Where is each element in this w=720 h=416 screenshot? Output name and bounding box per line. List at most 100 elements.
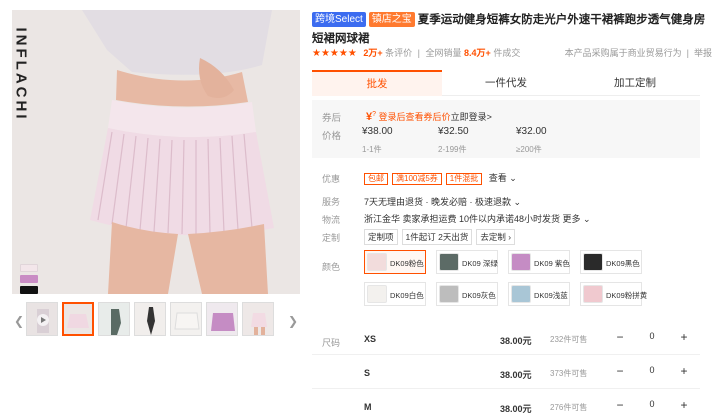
color-option-label: DK09白色 — [390, 291, 424, 300]
price-label: 价格 — [322, 131, 342, 142]
thumbnail[interactable] — [26, 302, 58, 336]
color-swatch-image — [439, 253, 459, 271]
swatch[interactable] — [20, 264, 38, 272]
color-swatch-image — [367, 285, 387, 303]
color-option[interactable]: DK09灰色 — [436, 282, 498, 306]
brand-logo: INFLACHI — [12, 27, 30, 122]
price-tier: ¥32.50 2-199件 — [438, 126, 469, 154]
minus-icon[interactable]: − — [612, 397, 628, 413]
color-option[interactable]: DK09黑色 — [580, 250, 642, 274]
quantity-value[interactable]: 0 — [638, 365, 666, 375]
color-option[interactable]: DK09粉色 — [364, 250, 426, 274]
color-option[interactable]: DK09浅蓝 — [508, 282, 570, 306]
swatch-stack — [20, 264, 38, 294]
promo-more-link[interactable]: 查看 ⌄ — [489, 173, 517, 183]
review-count[interactable]: 2万+ — [363, 48, 382, 58]
report-link[interactable]: 举报 — [694, 48, 712, 58]
size-row: M 38.00元 276件可售 −0 + — [312, 394, 700, 416]
thumbnail[interactable] — [170, 302, 202, 336]
row-divider — [312, 388, 700, 389]
chevron-left-icon[interactable]: ❮ — [14, 314, 24, 328]
promo-tags: 包邮 满100减5券 1件混批 查看 ⌄ — [364, 171, 517, 185]
thumbnail[interactable] — [206, 302, 238, 336]
size-price: 38.00元 — [500, 404, 532, 414]
custom-item[interactable]: 定制项 — [364, 229, 398, 245]
color-option[interactable]: DK09 紫色 — [508, 250, 570, 274]
chevron-down-icon: ⌄ — [509, 173, 517, 183]
quantity-value[interactable]: 0 — [638, 399, 666, 409]
minus-icon[interactable]: − — [612, 329, 628, 345]
plus-icon[interactable]: + — [676, 363, 692, 379]
coupon-label: 券后 — [322, 113, 342, 124]
color-option[interactable]: DK09 深绿 — [436, 250, 498, 274]
color-option[interactable]: DK09白色 — [364, 282, 426, 306]
chevron-right-icon: › — [508, 232, 512, 242]
trade-note: 本产品采购属于商业贸易行为 | 举报 — [564, 48, 712, 58]
badge-select: 跨境Select — [312, 12, 366, 27]
custom-options: 定制项 1件起订 2天出货 去定制 › — [364, 229, 519, 245]
price-tier: ¥38.00 1-1件 — [362, 126, 393, 154]
plus-icon[interactable]: + — [676, 397, 692, 413]
promo-label: 优惠 — [322, 174, 341, 184]
service-value[interactable]: 7天无理由退货 · 晚发必赔 · 极速退款 ⌄ — [364, 195, 521, 208]
size-stock: 276件可售 — [550, 403, 588, 412]
size-name: XS — [364, 334, 377, 344]
size-stock: 373件可售 — [550, 369, 588, 378]
color-swatch-image — [583, 285, 603, 303]
size-row: XS 38.00元 232件可售 −0 + — [312, 326, 700, 356]
main-product-image[interactable]: INFLACHI — [12, 10, 300, 294]
thumbnail-strip: ❮ ❯ — [12, 302, 300, 342]
size-price: 38.00元 — [500, 336, 532, 346]
promo-tag: 1件混批 — [445, 173, 483, 185]
review-label: 条评价 — [385, 48, 413, 58]
price-tier: ¥32.00 ≥200件 — [516, 126, 547, 154]
custom-link[interactable]: 去定制 › — [476, 229, 516, 245]
product-title: 跨境Select 镇店之宝 夏季运动健身短裤女防走光户外速干裙裤跑步透气健身房短裙网… — [312, 10, 712, 48]
color-option-label: DK09灰色 — [462, 291, 496, 300]
minus-icon[interactable]: − — [612, 363, 628, 379]
sales-count: 8.4万+ — [464, 48, 491, 58]
service-label: 服务 — [322, 197, 341, 207]
chevron-right-icon[interactable]: ❯ — [288, 314, 298, 328]
chevron-down-icon: ⌄ — [583, 214, 591, 224]
size-price: 38.00元 — [500, 370, 532, 380]
size-row: S 38.00元 373件可售 −0 + — [312, 360, 700, 390]
color-swatch-image — [511, 285, 531, 303]
login-link[interactable]: 立即登录> — [451, 112, 492, 122]
plus-icon[interactable]: + — [676, 329, 692, 345]
tab-dropship[interactable]: 一件代发 — [442, 70, 570, 96]
color-option-label: DK09粉色 — [390, 259, 424, 268]
color-swatch-image — [583, 253, 603, 271]
coupon-text: ¥? 登录后查看券后价立即登录> — [366, 111, 492, 123]
sales-unit: 件成交 — [493, 48, 521, 58]
row-divider — [312, 354, 700, 355]
thumbnail[interactable] — [134, 302, 166, 336]
quantity-stepper: −0 + — [610, 396, 694, 416]
color-swatch-image — [439, 285, 459, 303]
tab-wholesale[interactable]: 批发 — [312, 70, 442, 96]
quantity-stepper: −0 + — [610, 328, 694, 348]
thumbnail[interactable] — [242, 302, 274, 336]
color-option[interactable]: DK09粉拼黄 — [580, 282, 647, 306]
rating-row: ★★★★★ 2万+ 条评价 | 全网销量 8.4万+ 件成交 本产品采购属于商业… — [312, 48, 712, 59]
chevron-down-icon: ⌄ — [513, 197, 522, 207]
purchase-tabs: 批发 一件代发 加工定制 — [312, 70, 700, 96]
color-swatch-image — [511, 253, 531, 271]
promo-tag: 包邮 — [364, 173, 388, 185]
color-swatch-image — [367, 253, 387, 271]
swatch[interactable] — [20, 286, 38, 294]
tab-custom[interactable]: 加工定制 — [570, 70, 700, 96]
quantity-stepper: −0 + — [610, 362, 694, 382]
thumbnail[interactable] — [62, 302, 94, 336]
product-page: INFLACHI ❮ ❯ 跨境Select 镇店之宝 夏季运动健身短裤女防走光户… — [0, 0, 720, 416]
color-option-label: DK09 紫色 — [534, 259, 570, 268]
product-photo — [12, 10, 300, 294]
thumbnail[interactable] — [98, 302, 130, 336]
logistics-value[interactable]: 浙江金华 卖家承担运费 10件以内承诺48小时发货 更多 ⌄ — [364, 212, 591, 225]
size-stock: 232件可售 — [550, 335, 588, 344]
swatch[interactable] — [20, 275, 38, 283]
promo-tag[interactable]: 满100减5券 — [392, 173, 442, 185]
color-label: 颜色 — [322, 262, 341, 272]
color-option-label: DK09粉拼黄 — [606, 291, 648, 300]
quantity-value[interactable]: 0 — [638, 331, 666, 341]
